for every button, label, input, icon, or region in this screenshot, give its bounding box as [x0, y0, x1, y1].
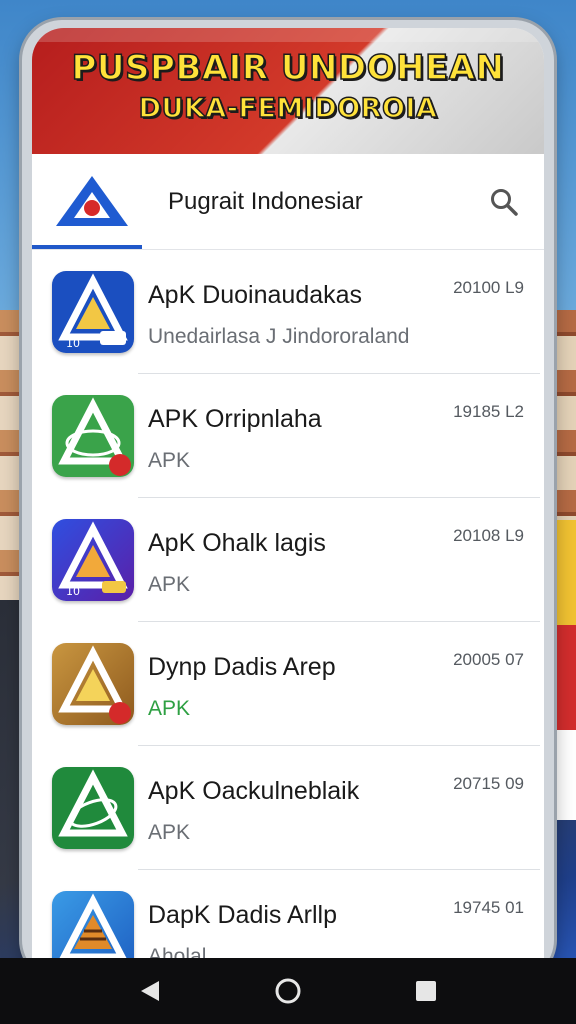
app-meta: 20108 L9 [453, 526, 524, 545]
app-list: 10 ApK Duoinaudakas Unedairlasa J Jindor… [32, 250, 544, 980]
banner-title: PUSPBAIR UNDOHEAN [71, 47, 505, 89]
app-subtitle: Unedairlasa J Jindororaland [148, 325, 410, 348]
app-subtitle: APK [148, 821, 191, 844]
app-info: Dynp Dadis Arep APK [148, 622, 544, 722]
app-icon [52, 395, 134, 477]
app-info: ApK Duoinaudakas Unedairlasa J Jindorora… [148, 250, 544, 350]
banner-subtitle: DUKA-FEMIDOROIA [138, 92, 438, 125]
list-item[interactable]: APK Orripnlaha APK 19185 L2 [32, 374, 544, 498]
app-header: Pugrait Indonesiar [32, 154, 544, 250]
app-icon [52, 767, 134, 849]
app-subtitle: APK [148, 573, 191, 596]
list-item[interactable]: 10 ApK Ohalk lagis APK 20108 L9 [32, 498, 544, 622]
badge-text: 10 [66, 337, 80, 350]
active-tab-indicator [32, 245, 142, 249]
recents-square-icon[interactable] [412, 977, 440, 1005]
promo-banner: PUSPBAIR UNDOHEAN DUKA-FEMIDOROIA [32, 28, 544, 154]
app-icon: 10 [52, 271, 134, 353]
app-meta: 20100 L9 [453, 278, 524, 297]
app-info: ApK Ohalk lagis APK [148, 498, 544, 598]
system-navigation-bar [0, 958, 576, 1024]
header-title: Pugrait Indonesiar [168, 187, 363, 215]
list-item[interactable]: 10 ApK Duoinaudakas Unedairlasa J Jindor… [32, 250, 544, 374]
home-circle-icon[interactable] [274, 977, 302, 1005]
triangle-logo-icon[interactable] [54, 174, 130, 230]
app-info: APK Orripnlaha APK [148, 374, 544, 474]
app-meta: 20005 07 [453, 650, 524, 669]
phone-frame: PUSPBAIR UNDOHEAN DUKA-FEMIDOROIA Pugrai… [22, 20, 554, 980]
app-icon: 10 [52, 519, 134, 601]
badge-text: 10 [66, 585, 80, 598]
search-icon[interactable] [482, 180, 526, 224]
list-item[interactable]: Dynp Dadis Arep APK 20005 07 [32, 622, 544, 746]
phone-screen: PUSPBAIR UNDOHEAN DUKA-FEMIDOROIA Pugrai… [32, 28, 544, 980]
app-info: ApK Oackulneblaik APK [148, 746, 544, 846]
back-triangle-icon[interactable] [136, 977, 164, 1005]
app-subtitle: APK [148, 697, 191, 720]
app-icon [52, 643, 134, 725]
list-item[interactable]: ApK Oackulneblaik APK 20715 09 [32, 746, 544, 870]
app-meta: 19185 L2 [453, 402, 524, 421]
app-meta: 19745 01 [453, 898, 524, 917]
app-subtitle: APK [148, 449, 191, 472]
app-meta: 20715 09 [453, 774, 524, 793]
app-info: DapK Dadis Arllp Aholal [148, 870, 544, 970]
